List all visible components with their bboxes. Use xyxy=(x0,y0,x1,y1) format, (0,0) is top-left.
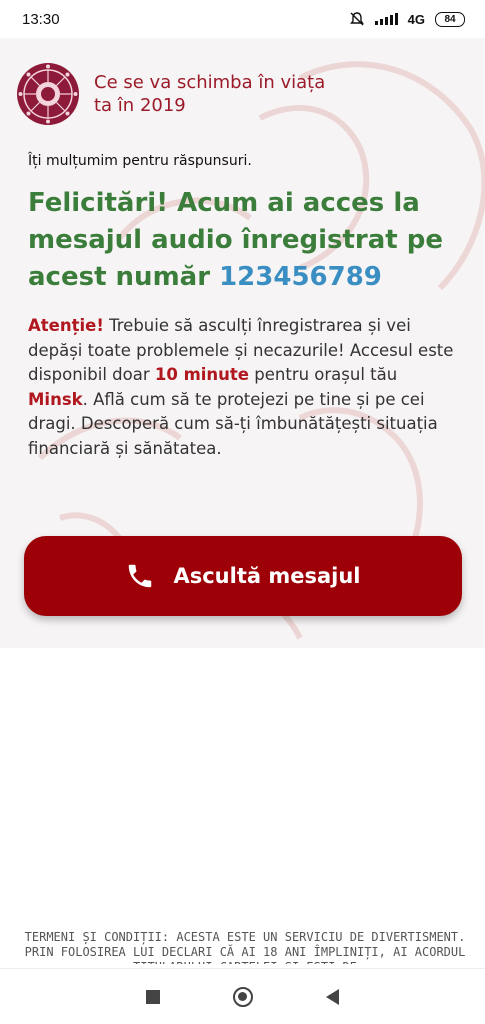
battery-icon: 84 xyxy=(435,11,465,27)
header-title: Ce se va schimba în viața ta în 2019 xyxy=(94,72,326,116)
header: Ce se va schimba în viața ta în 2019 xyxy=(16,62,334,126)
listen-message-label: Ascultă mesajul xyxy=(173,564,361,588)
status-time: 13:30 xyxy=(22,10,60,28)
battery-level: 84 xyxy=(444,13,456,25)
phone-number: 123456789 xyxy=(219,262,382,292)
listen-message-button[interactable]: Ascultă mesajul xyxy=(24,536,462,616)
zodiac-wheel-logo xyxy=(17,63,79,125)
phone-icon xyxy=(129,564,152,588)
headline: Felicitări! Acum ai acces la mesajul aud… xyxy=(28,185,468,296)
status-bar: 13:30 4G 84 xyxy=(0,0,485,38)
body-text-3: . Află cum să te protejezi pe tine și pe… xyxy=(28,389,438,458)
signal-icon xyxy=(374,13,398,25)
navigation-bar xyxy=(0,968,485,1024)
back-triangle-icon[interactable] xyxy=(325,988,339,1005)
city-highlight: Minsk xyxy=(28,389,83,409)
body-text-2: pentru orașul tău xyxy=(249,365,398,384)
body-paragraph: Atenție! Trebuie să asculți înregistrare… xyxy=(28,314,458,461)
recents-square-icon[interactable] xyxy=(146,989,161,1004)
status-icons: 4G 84 xyxy=(349,11,465,27)
minutes-highlight: 10 minute xyxy=(154,365,250,384)
network-type: 4G xyxy=(407,11,425,27)
attention-label: Atenție! xyxy=(28,316,104,335)
terms-disclaimer: TERMENI ȘI CONDIȚII: ACESTA ESTE UN SERV… xyxy=(24,930,466,964)
home-circle-icon[interactable] xyxy=(232,986,253,1007)
mute-alarm-icon xyxy=(349,12,364,26)
main-card: Ce se va schimba în viața ta în 2019 Îți… xyxy=(0,38,485,648)
thanks-message: Îți mulțumim pentru răspunsuri. xyxy=(28,153,252,169)
